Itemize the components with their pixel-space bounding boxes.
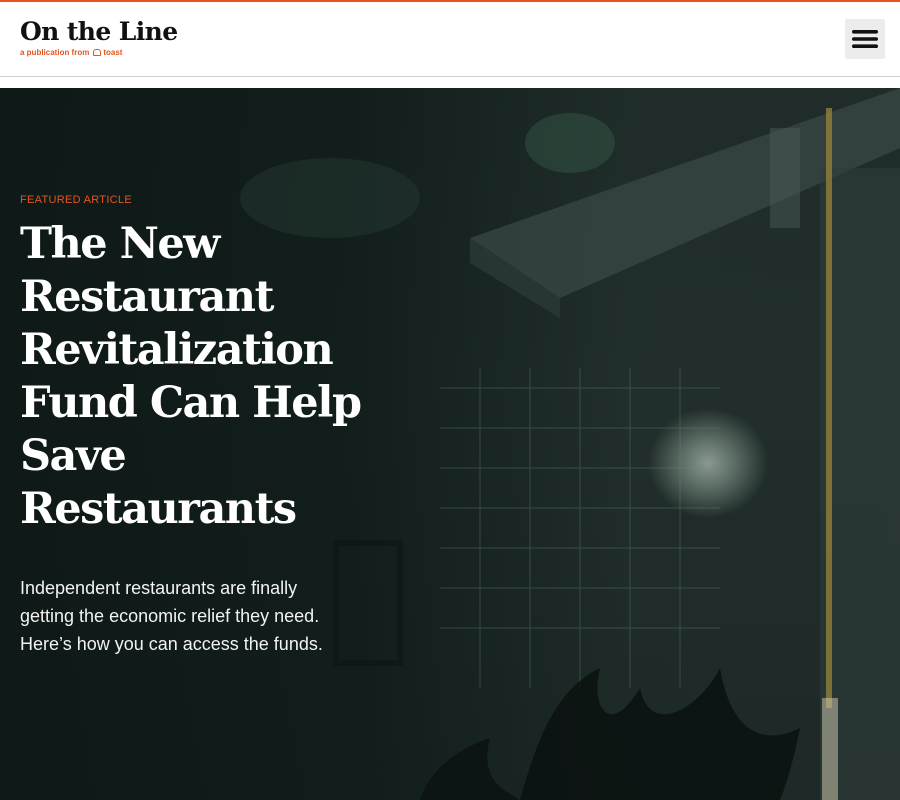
- site-title: On the Line: [20, 17, 178, 46]
- article-headline[interactable]: The New Restaurant Revitalization Fund C…: [20, 218, 380, 536]
- featured-article-hero[interactable]: FEATURED ARTICLE The New Restaurant Revi…: [0, 88, 900, 800]
- toast-logo-icon: [93, 49, 102, 56]
- site-header: On the Line a publication from toast: [0, 2, 900, 77]
- menu-button[interactable]: [845, 19, 885, 59]
- publication-tagline: a publication from toast: [20, 48, 178, 57]
- toast-brand-text: toast: [103, 48, 123, 57]
- featured-article-label: FEATURED ARTICLE: [20, 194, 132, 206]
- article-summary: Independent restaurants are finally gett…: [20, 578, 323, 654]
- site-logo[interactable]: On the Line a publication from toast: [20, 17, 178, 58]
- hamburger-menu-icon: [852, 30, 878, 48]
- tagline-text: a publication from: [20, 48, 90, 57]
- hero-content: FEATURED ARTICLE The New Restaurant Revi…: [20, 194, 380, 658]
